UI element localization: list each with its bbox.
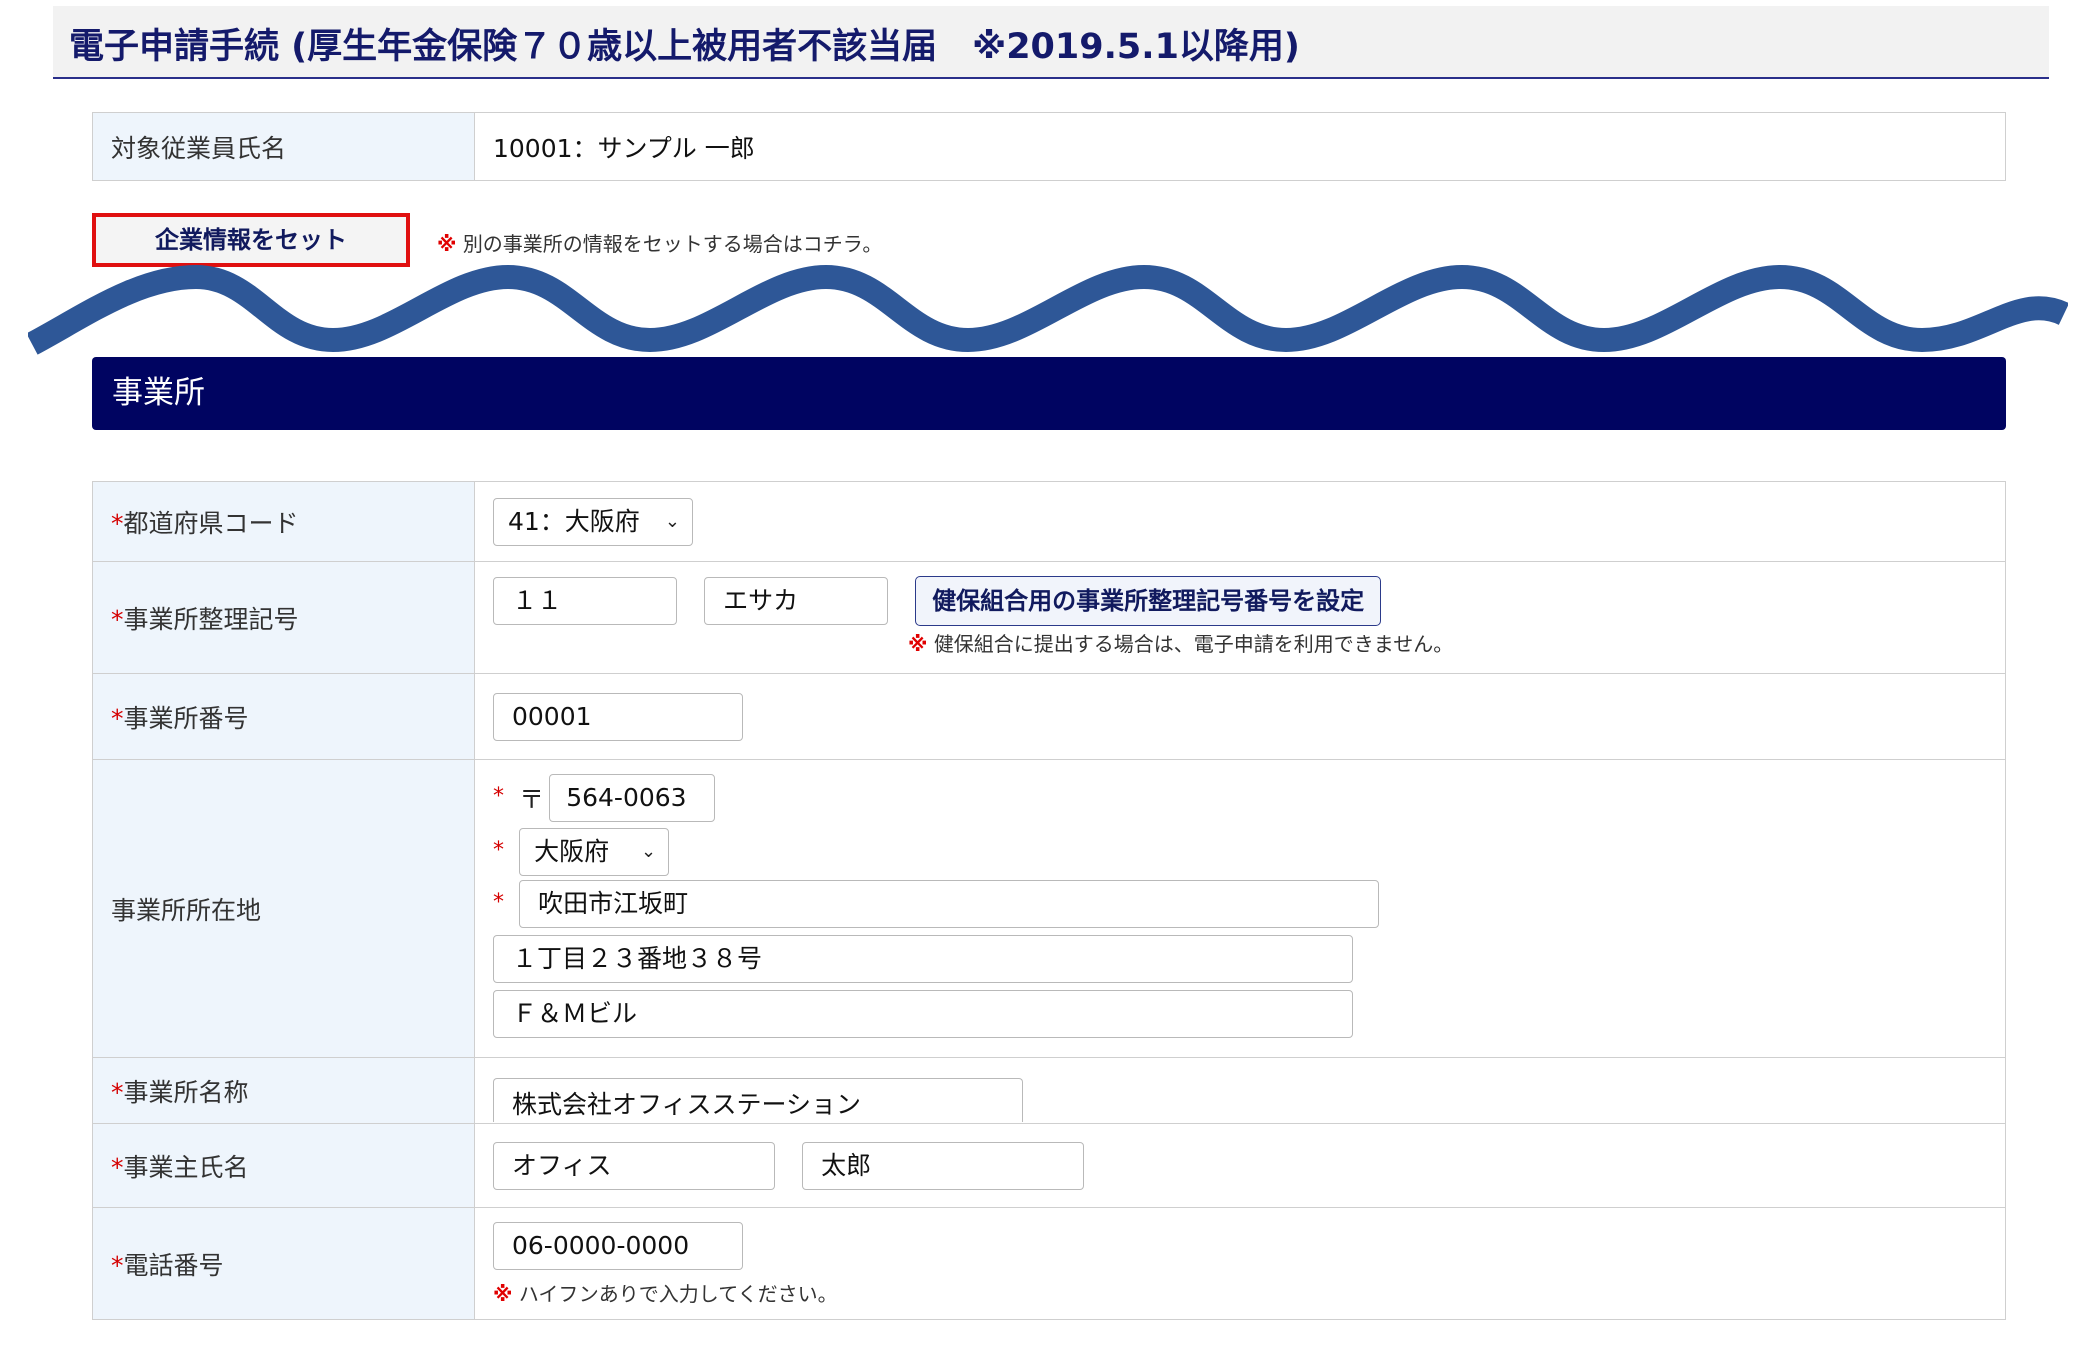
note-mark: ※	[437, 232, 457, 256]
prefecture-code-cell: 41：大阪府 ⌄	[474, 481, 2006, 562]
office-name-label-text: 事業所名称	[123, 1077, 249, 1107]
office-ref-inputs: １１ エサカ 健保組合用の事業所整理記号番号を設定	[493, 576, 1382, 626]
office-ref-cell: １１ エサカ 健保組合用の事業所整理記号番号を設定 ※ 健保組合に提出する場合は…	[474, 561, 2006, 674]
employee-name-label: 対象従業員氏名	[92, 112, 475, 181]
office-name-label: *事業所名称	[92, 1057, 475, 1124]
address-building-input[interactable]: Ｆ＆Ｍビル	[493, 990, 1353, 1038]
address-prefecture-row: * 大阪府 ⌄	[493, 828, 670, 876]
address-street-input[interactable]: １丁目２３番地３８号	[493, 935, 1353, 983]
row-prefecture-code: *都道府県コード 41：大阪府 ⌄	[92, 481, 2006, 562]
required-mark: *	[493, 783, 504, 809]
row-phone: *電話番号 06-0000-0000 ※ ハイフンありで入力してください。	[92, 1207, 2006, 1320]
phone-label: *電話番号	[92, 1207, 475, 1320]
required-mark: *	[111, 703, 124, 733]
row-office-address: 事業所所在地 * 〒 564-0063 * 大阪府 ⌄ * 吹田市江坂町 １丁目…	[92, 759, 2006, 1058]
address-city-input[interactable]: 吹田市江坂町	[519, 880, 1380, 928]
office-name-input[interactable]: 株式会社オフィスステーション	[493, 1078, 1023, 1122]
required-mark: *	[493, 837, 504, 863]
prefecture-code-select[interactable]: 41：大阪府 ⌄	[493, 497, 693, 546]
office-ref-input-1[interactable]: １１	[493, 577, 677, 625]
office-address-label: 事業所所在地	[92, 759, 475, 1058]
prefecture-code-label: *都道府県コード	[92, 481, 475, 562]
required-mark: *	[111, 508, 124, 538]
office-ref-note-text: 健保組合に提出する場合は、電子申請を利用できません。	[933, 632, 1454, 656]
office-ref-note: ※ 健保組合に提出する場合は、電子申請を利用できません。	[908, 628, 1453, 657]
set-company-info-button[interactable]: 企業情報をセット	[92, 213, 410, 267]
owner-name-label: *事業主氏名	[92, 1123, 475, 1208]
office-number-cell: 00001	[474, 673, 2006, 760]
postal-mark: 〒	[519, 785, 545, 814]
phone-note: ※ ハイフンありで入力してください。	[493, 1278, 838, 1307]
postal-code-input[interactable]: 564-0063	[549, 774, 716, 822]
office-address-cell: * 〒 564-0063 * 大阪府 ⌄ * 吹田市江坂町 １丁目２３番地３８号…	[474, 759, 2006, 1058]
row-office-number: *事業所番号 00001	[92, 673, 2006, 760]
office-ref-input-2[interactable]: エサカ	[704, 577, 889, 625]
set-company-note: ※ 別の事業所の情報をセットする場合はコチラ。	[437, 228, 882, 257]
address-prefecture-selected: 大阪府	[534, 837, 610, 866]
owner-last-name-input[interactable]: オフィス	[493, 1141, 775, 1190]
note-mark: ※	[908, 632, 928, 656]
phone-input-wrap: 06-0000-0000	[493, 1222, 743, 1270]
phone-note-text: ハイフンありで入力してください。	[518, 1282, 838, 1306]
prefecture-code-label-text: 都道府県コード	[123, 508, 299, 538]
owner-name-label-text: 事業主氏名	[123, 1152, 249, 1182]
address-street-row: １丁目２３番地３８号	[493, 935, 1353, 983]
office-number-label: *事業所番号	[92, 673, 475, 760]
office-number-input[interactable]: 00001	[493, 692, 743, 741]
prefecture-code-selected: 41：大阪府	[508, 506, 640, 536]
chevron-down-icon: ⌄	[664, 510, 680, 532]
required-mark: *	[111, 1250, 124, 1280]
phone-cell: 06-0000-0000 ※ ハイフンありで入力してください。	[474, 1207, 2006, 1320]
required-mark: *	[111, 1152, 124, 1182]
office-form-table: *都道府県コード 41：大阪府 ⌄ *事業所整理記号 １１ エサカ 健保組合用の…	[92, 481, 2006, 1320]
page-title: 電子申請手続 (厚生年金保険７０歳以上被用者不該当届 ※2019.5.1以降用)	[69, 27, 1300, 67]
required-mark: *	[493, 889, 504, 915]
wave-decoration	[28, 264, 2068, 355]
chevron-down-icon: ⌄	[641, 841, 657, 862]
employee-name-text: 10001：サンプル 一郎	[493, 133, 755, 163]
address-city-row: * 吹田市江坂町	[493, 880, 1380, 928]
required-mark: *	[111, 604, 124, 634]
office-name-cell: 株式会社オフィスステーション	[474, 1057, 2006, 1124]
office-ref-label: *事業所整理記号	[92, 561, 475, 674]
set-company-note-text: 別の事業所の情報をセットする場合はコチラ。	[462, 232, 883, 256]
required-mark: *	[111, 1077, 124, 1107]
row-owner-name: *事業主氏名 オフィス 太郎	[92, 1123, 2006, 1208]
office-number-label-text: 事業所番号	[123, 703, 249, 733]
owner-name-cell: オフィス 太郎	[474, 1123, 2006, 1208]
office-ref-label-text: 事業所整理記号	[123, 604, 299, 634]
set-kenpo-ref-number-button[interactable]: 健保組合用の事業所整理記号番号を設定	[915, 576, 1382, 626]
employee-table: 対象従業員氏名 10001：サンプル 一郎	[92, 112, 2006, 181]
employee-name-value: 10001：サンプル 一郎	[474, 112, 2006, 181]
postal-row: * 〒 564-0063	[493, 774, 716, 822]
address-prefecture-select[interactable]: 大阪府 ⌄	[519, 828, 670, 876]
section-title: 事業所	[92, 357, 2006, 430]
row-office-ref-symbol: *事業所整理記号 １１ エサカ 健保組合用の事業所整理記号番号を設定 ※ 健保組…	[92, 561, 2006, 674]
phone-input[interactable]: 06-0000-0000	[493, 1222, 743, 1270]
owner-first-name-input[interactable]: 太郎	[802, 1141, 1085, 1190]
address-building-row: Ｆ＆Ｍビル	[493, 990, 1353, 1038]
phone-label-text: 電話番号	[123, 1250, 224, 1280]
row-office-name: *事業所名称 株式会社オフィスステーション	[92, 1057, 2006, 1124]
wave-path	[28, 264, 2068, 355]
page-header: 電子申請手続 (厚生年金保険７０歳以上被用者不該当届 ※2019.5.1以降用)	[53, 6, 2049, 79]
note-mark: ※	[493, 1282, 513, 1306]
